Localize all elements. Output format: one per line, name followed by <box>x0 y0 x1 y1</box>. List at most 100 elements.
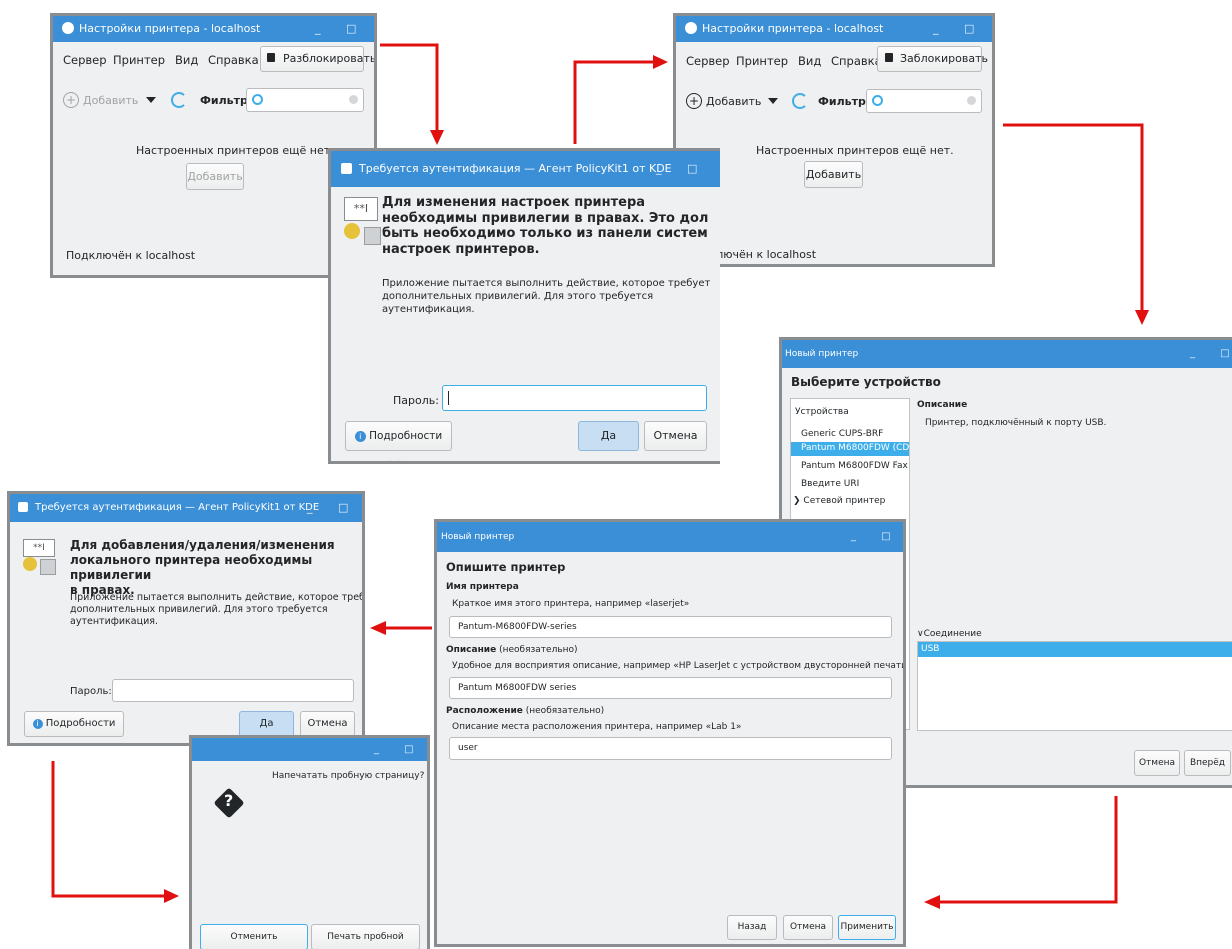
lock-icon <box>885 53 893 62</box>
refresh-icon[interactable] <box>171 92 187 108</box>
forward-button[interactable]: Вперёд <box>1184 750 1231 776</box>
window-title: Настройки принтера - localhost <box>79 22 261 35</box>
auth-dialog-settings: Требуется аутентификация — Агент PolicyK… <box>328 148 720 464</box>
page-heading: Опишите принтер <box>446 560 566 574</box>
device-item-pantum-selected[interactable]: Pantum M6800FDW (CD1J016 <box>791 442 909 456</box>
cancel-button[interactable]: Отмена <box>300 711 355 737</box>
password-label: Пароль: <box>393 394 439 407</box>
filter-label: Фильтр: <box>200 94 253 107</box>
title-bar: Требуется аутентификация — Агент PolicyK… <box>10 494 362 522</box>
refresh-icon[interactable] <box>792 93 808 109</box>
menu-server[interactable]: Сервер <box>63 53 107 67</box>
title-bar: Настройки принтера - localhost _ □ X <box>676 16 992 42</box>
title-bar: Настройки принтера - localhost _ □ X <box>53 16 374 42</box>
info-icon: i <box>354 431 366 442</box>
filter-input[interactable] <box>866 89 982 113</box>
window-controls[interactable]: _ □ X <box>933 16 992 42</box>
filter-label: Фильтр: <box>818 95 871 108</box>
menu-printer[interactable]: Принтер <box>736 54 788 68</box>
menu-view[interactable]: Вид <box>175 53 198 67</box>
print-test-page-button[interactable]: Печать пробной страницы <box>311 924 420 949</box>
question-mark: ? <box>224 791 234 810</box>
dropdown-arrow-icon[interactable] <box>768 98 778 104</box>
cancel-button[interactable]: Отмена <box>1134 750 1180 776</box>
ok-button[interactable]: Да <box>578 421 639 451</box>
flow-arrow-2 <box>573 60 655 144</box>
flow-arrow-3 <box>1003 123 1144 312</box>
flow-arrow-6 <box>51 761 166 898</box>
lock-icon <box>267 53 275 62</box>
title-bar: _ □ X <box>192 738 427 761</box>
add-icon[interactable]: + <box>686 93 702 109</box>
window-title: Новый принтер <box>785 349 859 359</box>
printer-description-input[interactable]: Pantum M6800FDW series <box>449 677 892 699</box>
cancel-button[interactable]: Отмена <box>644 421 707 451</box>
window-controls[interactable]: _ □ X <box>307 494 362 522</box>
search-icon <box>252 94 263 105</box>
flow-arrowhead-2 <box>653 55 668 69</box>
password-input[interactable] <box>442 385 707 411</box>
add-icon[interactable]: + <box>63 92 79 108</box>
description-text: Принтер, подключённый к порту USB. <box>925 418 1107 428</box>
cancel-button[interactable]: Отменить <box>200 924 308 949</box>
dialog-heading: Для добавления/удаления/изменения локаль… <box>70 538 335 597</box>
flow-arrowhead-5 <box>370 621 386 635</box>
location-label: Расположение (необязательно) <box>446 706 605 716</box>
password-key-icon: **I <box>344 197 386 249</box>
connection-usb-selected[interactable]: USB <box>918 642 1232 657</box>
window-title: Требуется аутентификация — Агент PolicyK… <box>35 502 320 513</box>
menu-view[interactable]: Вид <box>798 54 821 68</box>
window-title: Настройки принтера - localhost <box>702 22 884 35</box>
window-controls[interactable]: _ □ X <box>851 522 903 552</box>
flow-arrowhead-3 <box>1135 310 1149 325</box>
details-button[interactable]: i Подробности >> <box>345 421 452 461</box>
filter-input[interactable] <box>246 88 364 112</box>
flow-arrowhead-6 <box>164 889 179 903</box>
title-bar: Новый принтер _ □ X <box>782 340 1232 368</box>
menu-help[interactable]: Справка <box>831 54 882 68</box>
add-action[interactable]: Добавить <box>83 94 138 107</box>
location-hint: Описание места расположения принтера, на… <box>452 722 742 732</box>
name-hint: Краткое имя этого принтера, например «la… <box>452 599 690 609</box>
cancel-button[interactable]: Отмена <box>783 915 833 940</box>
dialog-heading: Для изменения настроек принтера необходи… <box>382 195 709 257</box>
device-item-network[interactable]: ❯ Сетевой принтер <box>793 496 885 506</box>
flow-arrow-1 <box>380 43 439 132</box>
window-controls[interactable]: _ □ X <box>315 16 374 42</box>
window-controls[interactable]: _ □ X <box>1190 340 1232 368</box>
ok-button[interactable]: Да <box>239 711 294 737</box>
description-header: Описание <box>917 400 968 410</box>
apply-button[interactable]: Применить <box>838 915 896 940</box>
connection-list[interactable]: USB <box>917 641 1232 731</box>
add-action[interactable]: Добавить <box>706 95 761 108</box>
name-label: Имя принтера <box>446 582 519 592</box>
password-input[interactable] <box>112 679 354 702</box>
search-icon <box>872 95 883 106</box>
menu-help[interactable]: Справка <box>208 53 259 67</box>
connection-toggle[interactable]: ∨Соединение <box>917 629 982 639</box>
window-controls[interactable]: _ □ X <box>374 738 427 761</box>
lock-button[interactable]: Заблокировать <box>877 46 988 72</box>
clear-icon[interactable] <box>967 96 976 105</box>
device-item-generic[interactable]: Generic CUPS-BRF <box>801 429 883 439</box>
details-button[interactable]: i Подробности >> <box>24 711 124 743</box>
device-item-pantum-fax[interactable]: Pantum M6800FDW Fax (CD1J <box>801 461 909 471</box>
printer-settings-window-unlocked: Настройки принтера - localhost _ □ X Сер… <box>673 13 995 267</box>
back-button[interactable]: Назад <box>727 915 777 940</box>
flow-arrow-4 <box>938 796 1118 904</box>
printer-location-input[interactable]: user <box>449 737 892 760</box>
dropdown-arrow-icon[interactable] <box>146 97 156 103</box>
info-icon: i <box>32 719 43 729</box>
chevron-down-icon: ∨ <box>917 629 924 639</box>
printer-name-input[interactable]: Pantum-M6800FDW-series <box>449 616 892 638</box>
add-printer-button[interactable]: Добавить <box>804 161 863 188</box>
device-item-uri[interactable]: Введите URI <box>801 479 859 489</box>
clear-icon[interactable] <box>349 95 358 104</box>
menu-server[interactable]: Сервер <box>686 54 730 68</box>
unlock-button[interactable]: Разблокировать <box>260 46 374 72</box>
menu-printer[interactable]: Принтер <box>113 53 165 67</box>
add-printer-button[interactable]: Добавить <box>186 163 244 190</box>
window-controls[interactable]: _ □ X <box>656 151 720 187</box>
description-hint: Удобное для восприятия описание, наприме… <box>452 661 906 671</box>
description-label: Описание (необязательно) <box>446 645 578 655</box>
